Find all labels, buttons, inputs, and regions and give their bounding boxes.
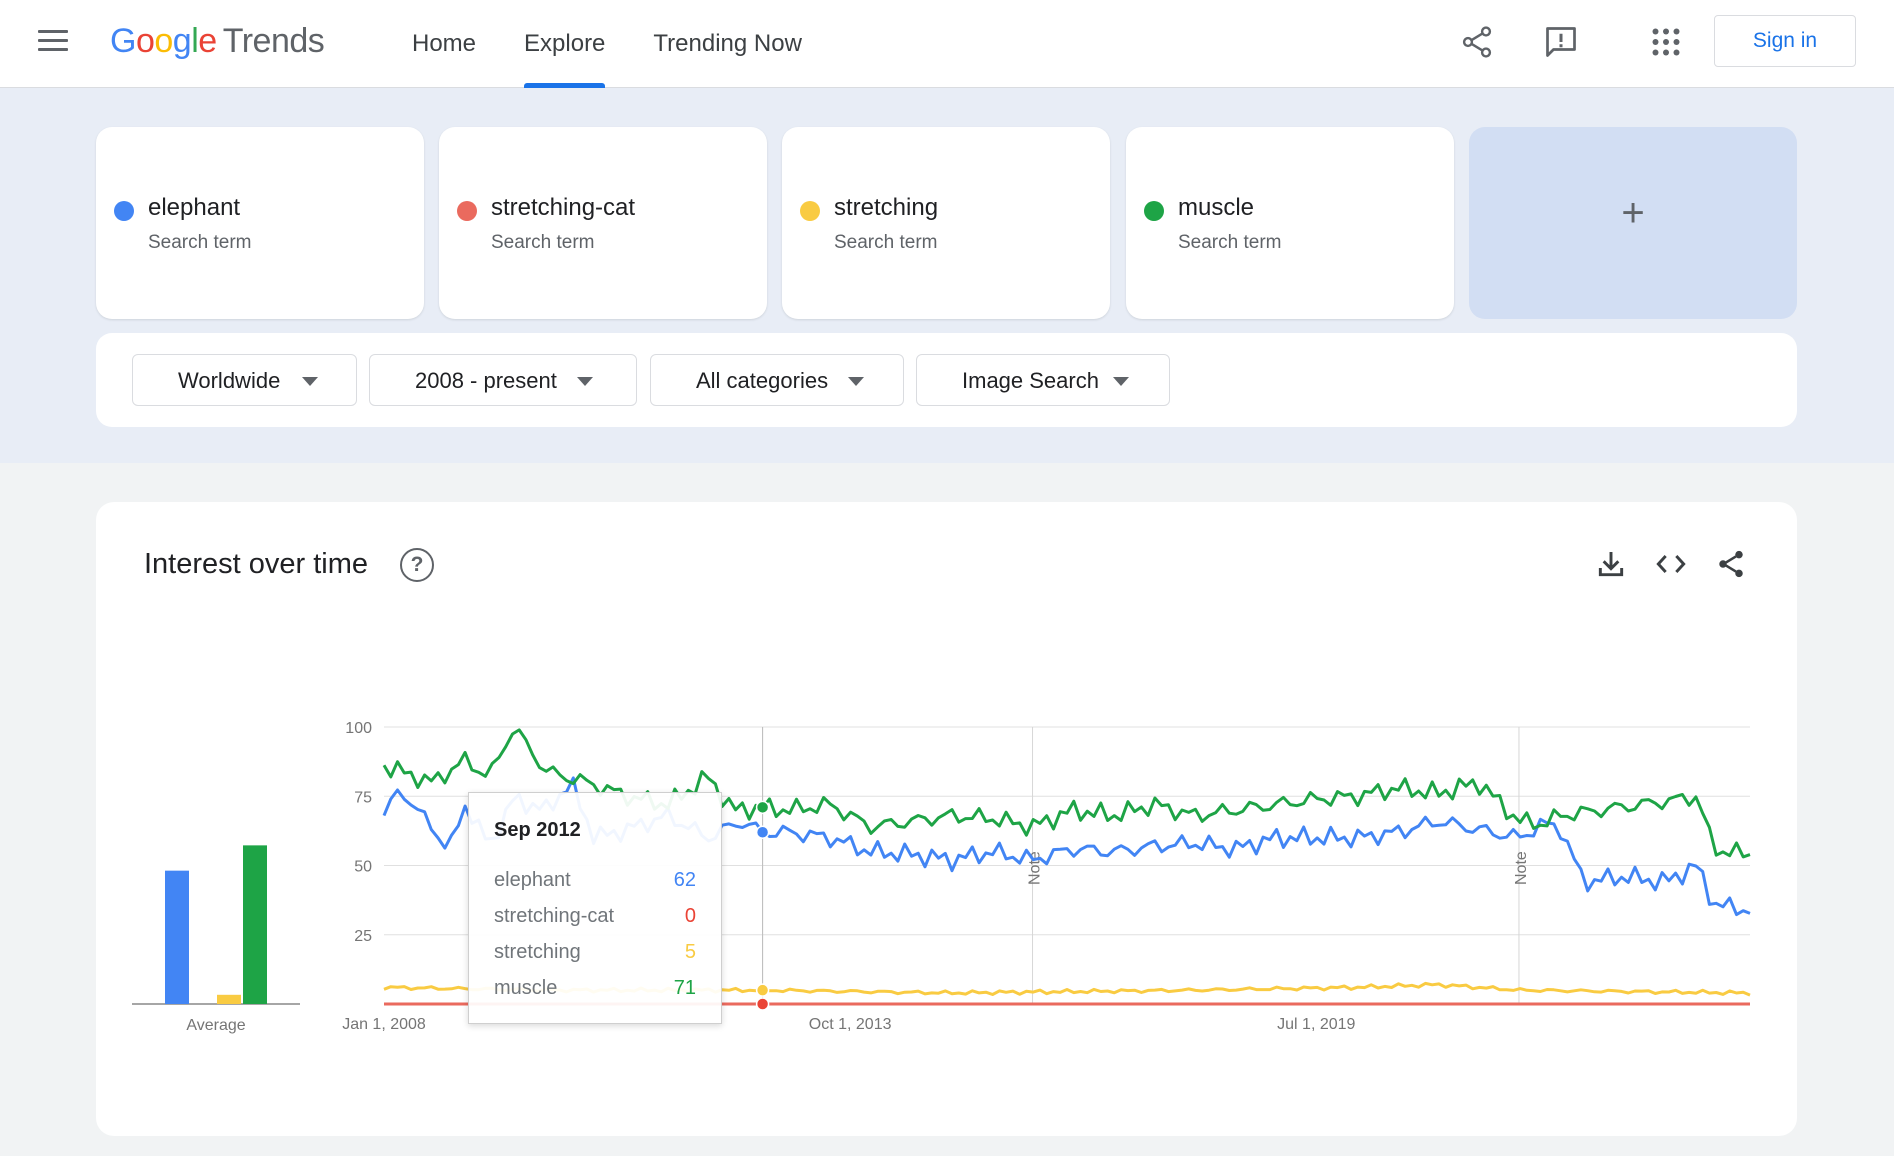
average-bar-elephant <box>165 870 189 1004</box>
x-tick-label: Oct 1, 2013 <box>809 1016 892 1033</box>
hover-point-stretching <box>755 983 770 997</box>
hover-point-elephant <box>755 825 770 840</box>
y-tick-label: 100 <box>345 720 372 737</box>
tooltip-row: elephant 62 <box>494 869 696 891</box>
y-tick-label: 25 <box>354 928 372 945</box>
average-bar-muscle <box>243 845 267 1004</box>
tooltip-row: stretching 5 <box>494 941 696 963</box>
hover-point-muscle <box>755 800 770 815</box>
y-tick-label: 75 <box>354 789 372 806</box>
y-tick-label: 50 <box>354 859 372 876</box>
hover-point-stretching-cat <box>755 997 770 1011</box>
tooltip-date: Sep 2012 <box>494 819 581 841</box>
tooltip-row: muscle 71 <box>494 977 696 999</box>
note-label: Note <box>1513 851 1530 885</box>
chart-tooltip: Sep 2012 elephant 62 stretching-cat 0 stre… <box>468 792 722 1024</box>
interest-over-time-chart: 100755025Note NoteJan 1, 2008 Oct 1, 2013 J… <box>132 720 1751 1034</box>
x-tick-label: Jan 1, 2008 <box>342 1016 426 1033</box>
x-tick-label: Jul 1, 2019 <box>1277 1016 1355 1033</box>
tooltip-row: stretching-cat 0 <box>494 905 696 927</box>
average-label: Average <box>186 1017 245 1034</box>
average-bar-stretching <box>217 994 241 1004</box>
